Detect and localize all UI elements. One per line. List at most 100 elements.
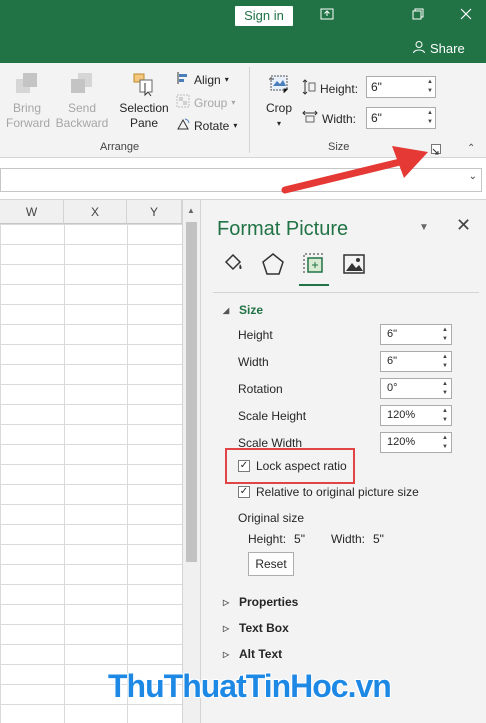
rotate-label: Rotate <box>194 118 230 133</box>
shape-height-label-group: Height: <box>302 79 358 98</box>
original-height-label: Height: <box>248 532 287 546</box>
original-size-label: Original size <box>238 511 305 525</box>
selection-pane-button[interactable]: Selection Pane <box>116 71 172 131</box>
shape-width-input[interactable]: 6" ▲ ▼ <box>366 107 436 129</box>
rotation-label: Rotation <box>238 382 283 396</box>
height-icon <box>302 79 316 98</box>
watermark-logo: ThuThuatTinHoc.vn <box>108 668 392 704</box>
shape-height-label: Height: <box>320 81 359 96</box>
lock-aspect-ratio-label: Lock aspect ratio <box>256 459 347 473</box>
rotate-dropdown-icon: ▾ <box>233 121 238 130</box>
send-backward-icon <box>69 71 95 97</box>
send-backward-label-1: Send <box>67 101 97 115</box>
pane-close-icon[interactable]: ✕ <box>456 215 471 236</box>
group-icon <box>176 94 190 111</box>
shape-height-value: 6" <box>371 80 382 94</box>
pane-divider <box>213 292 479 293</box>
rotation-spinner[interactable]: ▲ ▼ <box>442 380 448 398</box>
height-input[interactable]: 6" ▲ ▼ <box>380 324 452 345</box>
scale-width-value: 120% <box>387 436 416 448</box>
scale-height-spinner[interactable]: ▲ ▼ <box>442 407 448 425</box>
scale-width-input[interactable]: 120% ▲ ▼ <box>380 432 452 453</box>
width-input[interactable]: 6" ▲ ▼ <box>380 351 452 372</box>
align-label: Align <box>194 72 221 87</box>
group-dropdown-icon: ▾ <box>231 98 236 107</box>
column-header-w[interactable]: W <box>0 200 64 224</box>
annotation-arrow-icon <box>280 138 430 201</box>
align-button[interactable]: Align ▾ <box>176 71 229 88</box>
height-spinner[interactable]: ▲ ▼ <box>442 326 448 344</box>
scroll-up-icon[interactable]: ▲ <box>187 206 195 215</box>
person-icon <box>412 40 426 57</box>
expand-triangle-icon: ▷ <box>223 649 230 659</box>
crop-label: Crop <box>265 101 292 115</box>
selection-pane-icon <box>131 71 157 97</box>
scale-height-input[interactable]: 120% ▲ ▼ <box>380 405 452 426</box>
group-button[interactable]: Group ▾ <box>176 94 235 111</box>
dialog-launcher-icon <box>432 148 439 155</box>
bring-forward-label-1: Bring <box>12 101 41 115</box>
properties-section-label: Properties <box>239 595 299 609</box>
pane-options-icon[interactable]: ▼ <box>419 222 429 233</box>
shape-width-label-group: Width: <box>302 110 356 127</box>
size-section-label: Size <box>239 303 264 317</box>
properties-section-header[interactable]: ▷ Properties <box>223 595 298 609</box>
scale-height-label: Scale Height <box>238 409 307 423</box>
size-section-header[interactable]: ◢ Size <box>223 303 263 317</box>
column-header-y[interactable]: Y <box>127 200 182 224</box>
original-size-values: Height: 5" Width: 5" <box>248 532 384 546</box>
size-properties-tab-icon[interactable] <box>302 252 326 276</box>
pane-title: Format Picture <box>217 218 349 240</box>
expand-formula-bar-icon[interactable]: ⌄ <box>469 171 477 182</box>
ribbon-separator <box>249 67 250 153</box>
height-value: 6" <box>387 328 398 340</box>
picture-tab-icon[interactable] <box>342 252 366 276</box>
rotation-value: 0° <box>387 382 398 394</box>
text-box-section-header[interactable]: ▷ Text Box <box>223 621 289 635</box>
shape-width-spinner[interactable]: ▲ ▼ <box>427 109 433 127</box>
vertical-scrollbar[interactable]: ▲ <box>182 200 200 723</box>
crop-button[interactable]: Crop ▾ <box>261 71 297 131</box>
original-width-label: Width: <box>330 532 365 546</box>
relative-original-size-checkbox[interactable]: ✓ Relative to original picture size <box>238 485 419 499</box>
title-bar: Sign in Share <box>0 0 486 63</box>
original-height-value: 5" <box>294 532 305 546</box>
shape-width-label: Width: <box>322 111 357 126</box>
reset-button[interactable]: Reset <box>248 552 294 576</box>
ribbon-display-options-icon[interactable] <box>316 4 338 26</box>
cell-gridlines[interactable] <box>0 224 182 723</box>
alt-text-section-header[interactable]: ▷ Alt Text <box>223 647 282 661</box>
rotation-input[interactable]: 0° ▲ ▼ <box>380 378 452 399</box>
text-box-section-label: Text Box <box>239 621 289 635</box>
worksheet-grid[interactable]: W X Y ▲ <box>0 200 200 723</box>
send-backward-label-2: Backward <box>55 116 109 130</box>
sign-in-button[interactable]: Sign in <box>235 6 293 26</box>
scale-width-spinner[interactable]: ▲ ▼ <box>442 434 448 452</box>
width-value: 6" <box>387 355 398 367</box>
collapse-ribbon-icon[interactable]: ⌃ <box>467 143 475 154</box>
restore-window-icon[interactable] <box>407 4 429 26</box>
group-label: Group <box>194 95 228 110</box>
shape-height-spinner[interactable]: ▲ ▼ <box>427 78 433 96</box>
selection-pane-label-2: Pane <box>129 116 159 130</box>
width-spinner[interactable]: ▲ ▼ <box>442 353 448 371</box>
rotate-button[interactable]: Rotate ▾ <box>176 117 237 134</box>
shape-width-value: 6" <box>371 111 382 125</box>
bring-forward-icon <box>14 71 40 97</box>
scrollbar-thumb[interactable] <box>186 222 197 562</box>
size-dialog-launcher[interactable] <box>431 144 441 155</box>
bring-forward-button[interactable]: Bring Forward <box>6 71 50 131</box>
height-label: Height <box>238 328 273 342</box>
close-window-icon[interactable] <box>455 4 477 26</box>
send-backward-button[interactable]: Send Backward <box>54 71 110 131</box>
checkmark-icon: ✓ <box>238 460 250 472</box>
column-divider <box>64 224 65 723</box>
fill-line-tab-icon[interactable] <box>221 252 245 276</box>
lock-aspect-ratio-checkbox[interactable]: ✓ Lock aspect ratio <box>238 459 347 473</box>
shape-height-input[interactable]: 6" ▲ ▼ <box>366 76 436 98</box>
original-width-value: 5" <box>372 532 384 546</box>
scale-height-value: 120% <box>387 409 416 421</box>
effects-tab-icon[interactable] <box>261 252 285 276</box>
share-button[interactable]: Share <box>412 40 465 57</box>
column-header-x[interactable]: X <box>64 200 127 224</box>
